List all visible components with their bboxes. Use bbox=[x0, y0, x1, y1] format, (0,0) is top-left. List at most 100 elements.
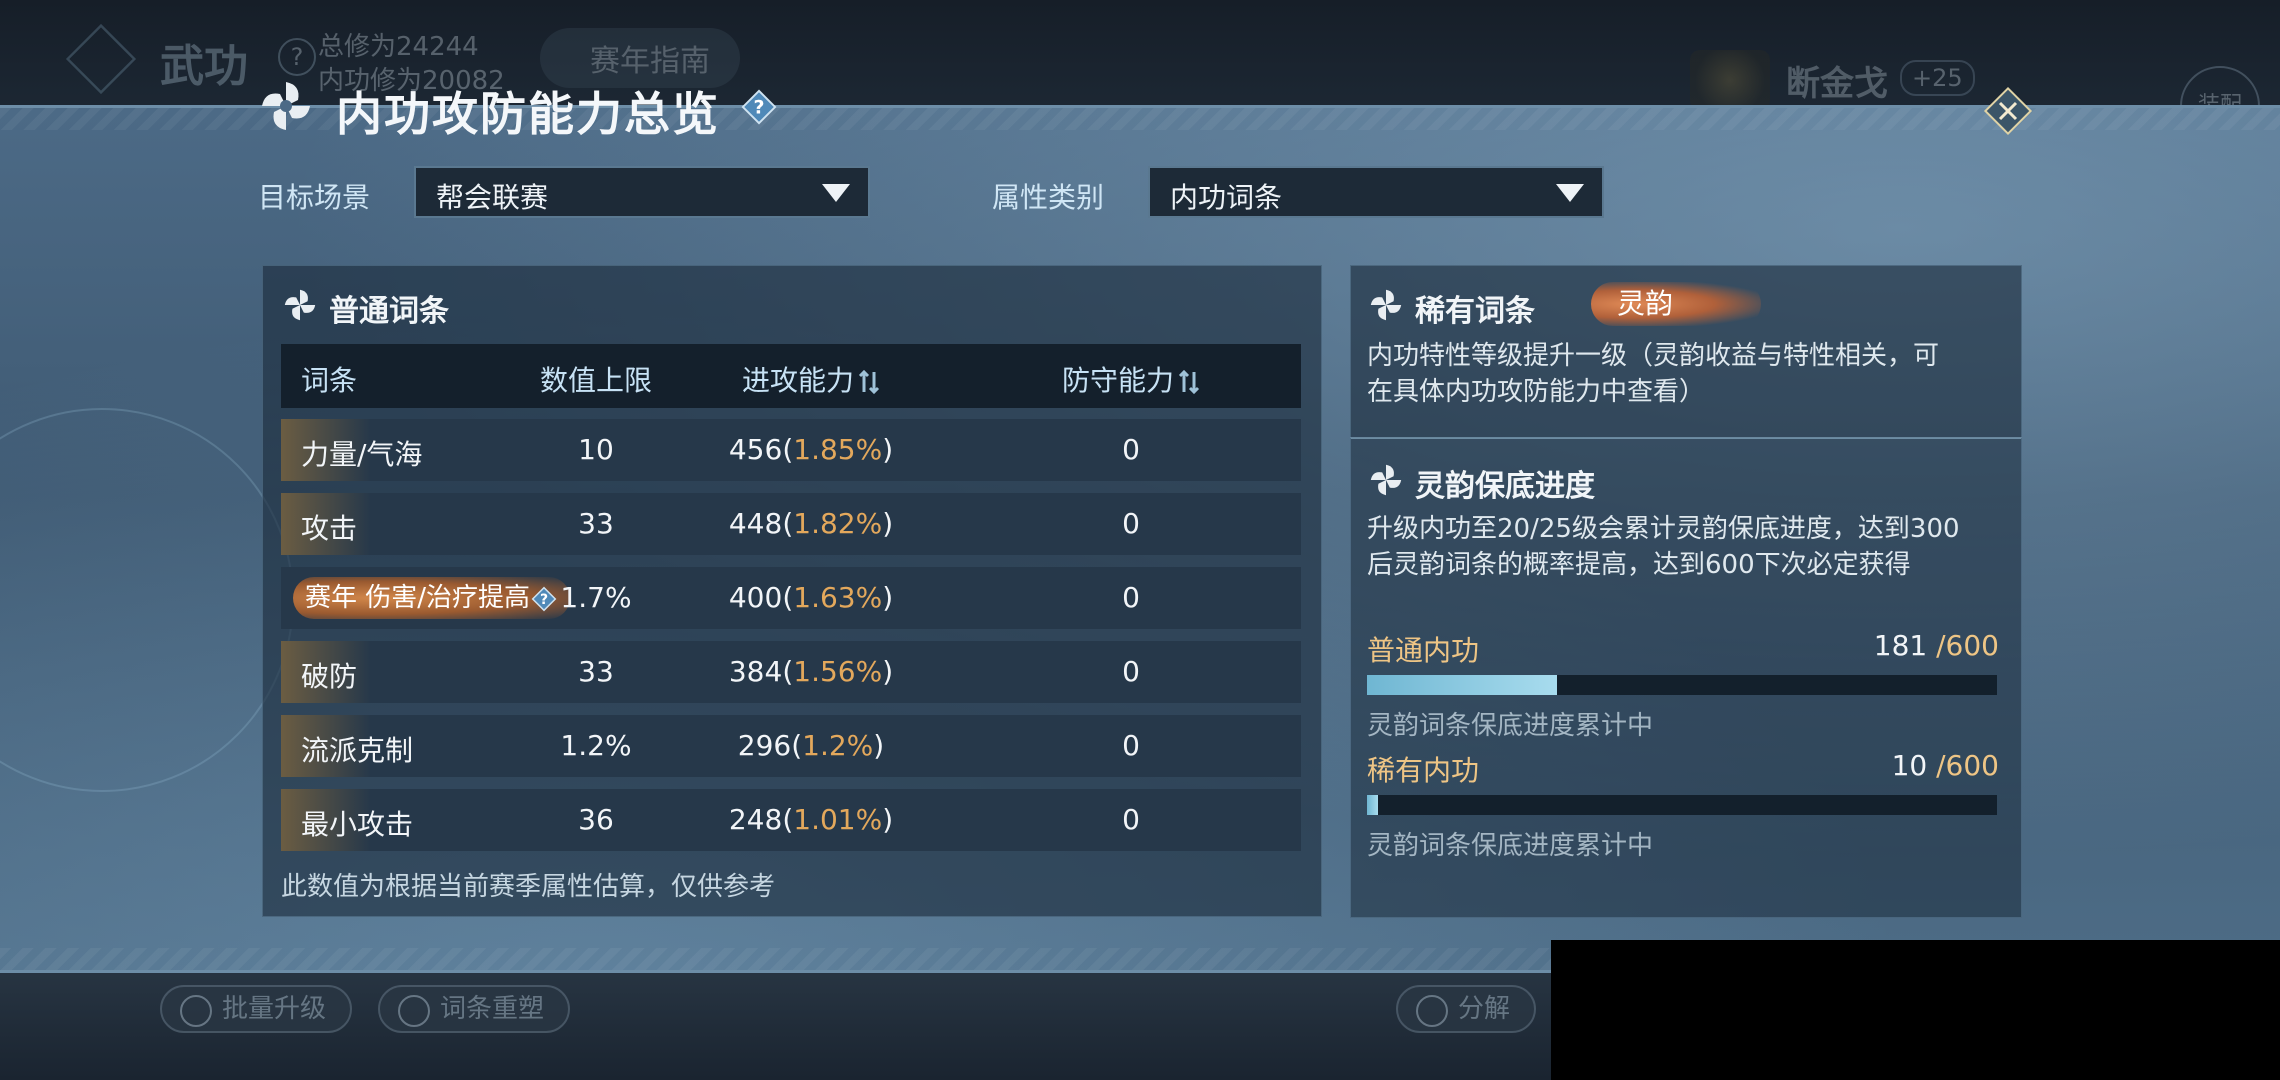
batch-upgrade-button: 批量升级 bbox=[160, 985, 353, 1033]
column-max-value: 数值上限 bbox=[539, 364, 652, 397]
pity-desc-line: 后灵韵词条的概率提高，达到600下次必定获得 bbox=[1367, 550, 1911, 580]
attack-percent: 1.85% bbox=[793, 433, 883, 466]
pity-desc-line: 升级内功至20/25级会累计灵韵保底进度，达到300 bbox=[1367, 514, 1960, 544]
weapon-icon bbox=[1690, 50, 1770, 110]
rare-affix-title: 稀有词条 bbox=[1415, 294, 1535, 329]
attack-value: 296 bbox=[737, 729, 792, 762]
column-attack-power[interactable]: 进攻能力 bbox=[691, 359, 931, 399]
pinwheel-icon bbox=[1370, 464, 1402, 496]
pinwheel-icon bbox=[262, 82, 310, 130]
dropdown-arrow-icon bbox=[1556, 184, 1584, 202]
decorative-circle bbox=[0, 408, 294, 792]
table-row: 力量/气海 10 456(1.85%) 0 bbox=[281, 419, 1301, 481]
rare-inner-current: 10 bbox=[1891, 749, 1928, 782]
martial-diamond-icon bbox=[65, 23, 137, 95]
affix-defense: 0 bbox=[1122, 655, 1140, 688]
attack-value: 248 bbox=[728, 803, 783, 836]
close-button[interactable] bbox=[1980, 83, 2036, 139]
affix-name: 力量/气海 bbox=[301, 438, 423, 471]
affix-name: 攻击 bbox=[301, 512, 358, 545]
rare-affix-card: 稀有词条 灵韵 内功特性等级提升一级（灵韵收益与特性相关，可 在具体内功攻防能力… bbox=[1350, 265, 2022, 439]
page-title: 内功攻防能力总览 bbox=[336, 87, 720, 141]
affix-name: 破防 bbox=[301, 660, 358, 693]
decompose-button: 分解 bbox=[1396, 985, 1537, 1033]
affix-max: 1.2% bbox=[560, 729, 632, 762]
affix-name: 流派克制 bbox=[301, 734, 414, 767]
rare-desc-line: 在具体内功攻防能力中查看） bbox=[1367, 377, 1706, 407]
rare-affix-description: 内功特性等级提升一级（灵韵收益与特性相关，可 在具体内功攻防能力中查看） bbox=[1367, 338, 2007, 410]
target-scene-label: 目标场景 bbox=[258, 181, 371, 214]
background-total-cultivation: 总修为24244 bbox=[318, 32, 479, 62]
common-affix-title: 普通词条 bbox=[329, 294, 449, 329]
target-scene-dropdown[interactable]: 帮会联赛 bbox=[414, 166, 870, 218]
affix-name: 最小攻击 bbox=[301, 808, 414, 841]
sort-icon[interactable] bbox=[1178, 368, 1200, 396]
upgrade-icon bbox=[180, 995, 212, 1027]
attack-value: 384 bbox=[728, 655, 783, 688]
attack-value: 400 bbox=[728, 581, 783, 614]
attribute-category-dropdown[interactable]: 内功词条 bbox=[1148, 166, 1604, 218]
svg-text:?: ? bbox=[753, 97, 764, 119]
table-row: 赛年 伤害/治疗提高? 1.7% 400(1.63%) 0 bbox=[281, 567, 1301, 629]
dropdown-arrow-icon bbox=[822, 184, 850, 202]
affix-attack: 384(1.56%) bbox=[728, 655, 894, 688]
common-inner-progress-value: 181 /600 bbox=[1874, 629, 1999, 662]
column-defense-power[interactable]: 防守能力 bbox=[1011, 359, 1251, 399]
rare-inner-max: /600 bbox=[1936, 749, 1999, 782]
common-inner-label: 普通内功 bbox=[1367, 634, 1480, 667]
attack-value: 456 bbox=[728, 433, 783, 466]
affix-attack: 400(1.63%) bbox=[728, 581, 894, 614]
column-attack-label: 进攻能力 bbox=[741, 364, 854, 397]
affix-attack: 248(1.01%) bbox=[728, 803, 894, 836]
table-row: 最小攻击 36 248(1.01%) 0 bbox=[281, 789, 1301, 851]
rare-inner-progress-bar bbox=[1367, 795, 1997, 815]
pity-progress-title: 灵韵保底进度 bbox=[1415, 469, 1595, 504]
reshape-button: 词条重塑 bbox=[378, 985, 571, 1033]
rare-inner-note: 灵韵词条保底进度累计中 bbox=[1367, 831, 1654, 861]
help-icon[interactable]: ? bbox=[740, 88, 778, 126]
attack-percent: 1.63% bbox=[793, 581, 883, 614]
estimate-footnote: 此数值为根据当前赛季属性估算，仅供参考 bbox=[281, 872, 776, 902]
decompose-icon bbox=[1416, 995, 1448, 1027]
affix-attack: 448(1.82%) bbox=[728, 507, 894, 540]
affix-max: 33 bbox=[578, 507, 614, 540]
column-affix: 词条 bbox=[301, 364, 358, 397]
refresh-icon bbox=[398, 995, 430, 1027]
attack-percent: 1.82% bbox=[793, 507, 883, 540]
common-inner-note: 灵韵词条保底进度累计中 bbox=[1367, 711, 1654, 741]
affix-defense: 0 bbox=[1122, 507, 1140, 540]
pinwheel-icon bbox=[1370, 289, 1402, 321]
affix-attack: 456(1.85%) bbox=[728, 433, 894, 466]
weapon-name: 断金戈 bbox=[1786, 64, 1888, 104]
affix-max: 36 bbox=[578, 803, 614, 836]
table-header: 词条 数值上限 进攻能力 防守能力 bbox=[281, 344, 1301, 408]
pity-description: 升级内功至20/25级会累计灵韵保底进度，达到300 后灵韵词条的概率提高，达到… bbox=[1367, 511, 2007, 583]
attack-percent: 1.2% bbox=[802, 729, 874, 762]
sort-icon[interactable] bbox=[858, 368, 880, 396]
reshape-label: 词条重塑 bbox=[440, 994, 545, 1024]
lingyun-pity-card: 灵韵保底进度 升级内功至20/25级会累计灵韵保底进度，达到300 后灵韵词条的… bbox=[1350, 437, 2022, 918]
background-help-icon: ? bbox=[278, 38, 316, 76]
affix-defense: 0 bbox=[1122, 729, 1140, 762]
season-badge-label: 赛年 bbox=[305, 583, 358, 613]
common-inner-progress-fill bbox=[1367, 675, 1558, 695]
attack-value: 448 bbox=[728, 507, 783, 540]
attack-percent: 1.56% bbox=[793, 655, 883, 688]
batch-upgrade-label: 批量升级 bbox=[222, 994, 327, 1024]
rare-desc-line: 内功特性等级提升一级（灵韵收益与特性相关，可 bbox=[1367, 341, 1940, 371]
background-title: 武功 bbox=[160, 41, 248, 92]
table-row: 攻击 33 448(1.82%) 0 bbox=[281, 493, 1301, 555]
affix-defense: 0 bbox=[1122, 581, 1140, 614]
attribute-category-value: 内功词条 bbox=[1170, 181, 1283, 214]
attribute-category-label: 属性类别 bbox=[992, 181, 1105, 214]
weapon-level-badge: +25 bbox=[1900, 60, 1975, 96]
table-row: 流派克制 1.2% 296(1.2%) 0 bbox=[281, 715, 1301, 777]
common-inner-max: /600 bbox=[1936, 629, 1999, 662]
common-inner-current: 181 bbox=[1873, 629, 1928, 662]
affix-attack: 296(1.2%) bbox=[737, 729, 885, 762]
affix-defense: 0 bbox=[1122, 433, 1140, 466]
affix-name: 伤害/治疗提高 bbox=[365, 583, 531, 613]
rare-inner-progress-fill bbox=[1367, 795, 1378, 815]
lingyun-badge: 灵韵 bbox=[1591, 282, 1761, 326]
affix-max: 1.7% bbox=[560, 581, 632, 614]
